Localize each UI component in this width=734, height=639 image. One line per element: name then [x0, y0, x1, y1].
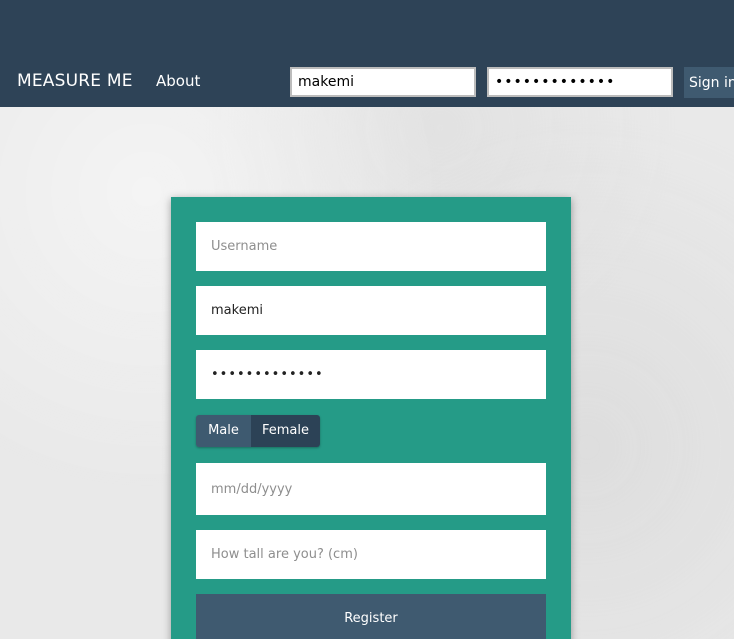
gender-toggle: Male Female — [196, 415, 320, 447]
signin-password-input[interactable] — [487, 67, 673, 97]
gender-male-button[interactable]: Male — [196, 415, 251, 447]
register-button[interactable]: Register — [196, 594, 546, 639]
top-navbar: MEASURE ME About Sign in — [0, 0, 734, 107]
gender-female-button[interactable]: Female — [251, 415, 320, 447]
registration-card: Male Female Register — [171, 197, 571, 639]
username-field[interactable] — [196, 222, 546, 271]
display-name-field[interactable] — [196, 286, 546, 335]
date-of-birth-field[interactable] — [196, 463, 546, 515]
signin-username-input[interactable] — [290, 67, 476, 97]
signin-button[interactable]: Sign in — [684, 67, 734, 98]
height-field[interactable] — [196, 530, 546, 579]
password-field[interactable] — [196, 350, 546, 399]
nav-link-about[interactable]: About — [156, 72, 200, 90]
brand-logo-text[interactable]: MEASURE ME — [17, 71, 133, 91]
